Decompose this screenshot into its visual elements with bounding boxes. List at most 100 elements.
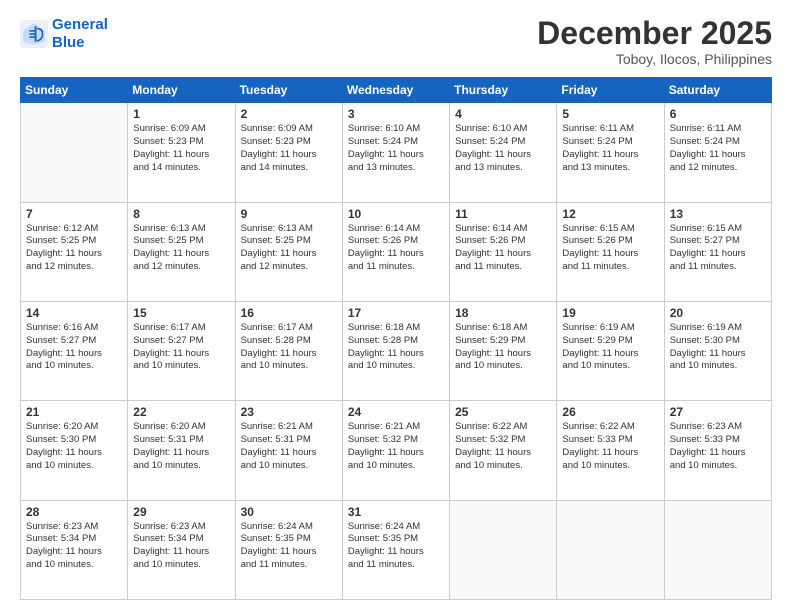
calendar-cell: 11 Sunrise: 6:14 AM Sunset: 5:26 PM Dayli… xyxy=(450,202,557,301)
day-number: 12 xyxy=(562,207,658,221)
calendar-cell: 31 Sunrise: 6:24 AM Sunset: 5:35 PM Dayli… xyxy=(342,500,449,599)
calendar-cell xyxy=(557,500,664,599)
week-row-4: 21 Sunrise: 6:20 AM Sunset: 5:30 PM Dayli… xyxy=(21,401,772,500)
calendar-cell: 15Sunrise: 6:17 AM Sunset: 5:27 PM Dayli… xyxy=(128,301,235,400)
day-number: 14 xyxy=(26,306,122,320)
logo-text: General Blue xyxy=(52,16,108,52)
day-number: 4 xyxy=(455,107,551,121)
week-row-1: 1 Sunrise: 6:09 AM Sunset: 5:23 PM Daylig… xyxy=(21,103,772,202)
calendar-cell: 28 Sunrise: 6:23 AM Sunset: 5:34 PM Dayli… xyxy=(21,500,128,599)
day-number: 19 xyxy=(562,306,658,320)
title-block: December 2025 Toboy, Ilocos, Philippines xyxy=(537,16,772,67)
col-header-thursday: Thursday xyxy=(450,78,557,103)
calendar-header-row: SundayMondayTuesdayWednesdayThursdayFrid… xyxy=(21,78,772,103)
calendar-cell: 9 Sunrise: 6:13 AM Sunset: 5:25 PM Daylig… xyxy=(235,202,342,301)
day-number: 3 xyxy=(348,107,444,121)
calendar-cell: 25 Sunrise: 6:22 AM Sunset: 5:32 PM Dayli… xyxy=(450,401,557,500)
month-title: December 2025 xyxy=(537,16,772,51)
day-info: Sunrise: 6:09 AM Sunset: 5:23 PM Dayligh… xyxy=(133,123,229,174)
day-number: 8 xyxy=(133,207,229,221)
calendar-cell: 10 Sunrise: 6:14 AM Sunset: 5:26 PM Dayli… xyxy=(342,202,449,301)
day-number: 11 xyxy=(455,207,551,221)
day-number: 7 xyxy=(26,207,122,221)
day-number: 6 xyxy=(670,107,766,121)
calendar-cell: 30 Sunrise: 6:24 AM Sunset: 5:35 PM Dayli… xyxy=(235,500,342,599)
calendar-table: SundayMondayTuesdayWednesdayThursdayFrid… xyxy=(20,77,772,600)
day-number: 30 xyxy=(241,505,337,519)
day-number: 21 xyxy=(26,405,122,419)
day-info: Sunrise: 6:11 AM Sunset: 5:24 PM Dayligh… xyxy=(562,123,658,174)
col-header-sunday: Sunday xyxy=(21,78,128,103)
day-number: 10 xyxy=(348,207,444,221)
calendar-cell xyxy=(450,500,557,599)
day-info: Sunrise: 6:19 AM Sunset: 5:29 PM Dayligh… xyxy=(562,322,658,373)
logo-icon xyxy=(20,20,48,48)
day-info: Sunrise: 6:21 AM Sunset: 5:32 PM Dayligh… xyxy=(348,421,444,472)
col-header-friday: Friday xyxy=(557,78,664,103)
day-number: 13 xyxy=(670,207,766,221)
day-info: Sunrise: 6:18 AM Sunset: 5:28 PM Dayligh… xyxy=(348,322,444,373)
day-info: Sunrise: 6:14 AM Sunset: 5:26 PM Dayligh… xyxy=(455,223,551,274)
day-info: Sunrise: 6:18 AM Sunset: 5:29 PM Dayligh… xyxy=(455,322,551,373)
calendar-cell: 7 Sunrise: 6:12 AM Sunset: 5:25 PM Daylig… xyxy=(21,202,128,301)
calendar-cell: 29Sunrise: 6:23 AM Sunset: 5:34 PM Dayli… xyxy=(128,500,235,599)
calendar-cell: 18Sunrise: 6:18 AM Sunset: 5:29 PM Dayli… xyxy=(450,301,557,400)
day-info: Sunrise: 6:13 AM Sunset: 5:25 PM Dayligh… xyxy=(241,223,337,274)
day-info: Sunrise: 6:23 AM Sunset: 5:33 PM Dayligh… xyxy=(670,421,766,472)
day-info: Sunrise: 6:15 AM Sunset: 5:27 PM Dayligh… xyxy=(670,223,766,274)
day-info: Sunrise: 6:16 AM Sunset: 5:27 PM Dayligh… xyxy=(26,322,122,373)
day-info: Sunrise: 6:20 AM Sunset: 5:30 PM Dayligh… xyxy=(26,421,122,472)
day-number: 26 xyxy=(562,405,658,419)
day-info: Sunrise: 6:10 AM Sunset: 5:24 PM Dayligh… xyxy=(348,123,444,174)
day-info: Sunrise: 6:17 AM Sunset: 5:27 PM Dayligh… xyxy=(133,322,229,373)
col-header-wednesday: Wednesday xyxy=(342,78,449,103)
location: Toboy, Ilocos, Philippines xyxy=(537,51,772,67)
calendar-cell: 8 Sunrise: 6:13 AM Sunset: 5:25 PM Daylig… xyxy=(128,202,235,301)
week-row-2: 7 Sunrise: 6:12 AM Sunset: 5:25 PM Daylig… xyxy=(21,202,772,301)
calendar-cell: 2 Sunrise: 6:09 AM Sunset: 5:23 PM Daylig… xyxy=(235,103,342,202)
header: General Blue December 2025 Toboy, Ilocos… xyxy=(20,16,772,67)
day-info: Sunrise: 6:12 AM Sunset: 5:25 PM Dayligh… xyxy=(26,223,122,274)
day-info: Sunrise: 6:13 AM Sunset: 5:25 PM Dayligh… xyxy=(133,223,229,274)
day-info: Sunrise: 6:19 AM Sunset: 5:30 PM Dayligh… xyxy=(670,322,766,373)
day-info: Sunrise: 6:23 AM Sunset: 5:34 PM Dayligh… xyxy=(133,521,229,572)
day-number: 25 xyxy=(455,405,551,419)
day-number: 24 xyxy=(348,405,444,419)
calendar-cell: 4Sunrise: 6:10 AM Sunset: 5:24 PM Daylig… xyxy=(450,103,557,202)
col-header-saturday: Saturday xyxy=(664,78,771,103)
day-number: 5 xyxy=(562,107,658,121)
calendar-cell: 26 Sunrise: 6:22 AM Sunset: 5:33 PM Dayli… xyxy=(557,401,664,500)
calendar-cell: 27 Sunrise: 6:23 AM Sunset: 5:33 PM Dayli… xyxy=(664,401,771,500)
day-info: Sunrise: 6:24 AM Sunset: 5:35 PM Dayligh… xyxy=(348,521,444,572)
calendar-cell: 19 Sunrise: 6:19 AM Sunset: 5:29 PM Dayli… xyxy=(557,301,664,400)
day-info: Sunrise: 6:17 AM Sunset: 5:28 PM Dayligh… xyxy=(241,322,337,373)
day-info: Sunrise: 6:23 AM Sunset: 5:34 PM Dayligh… xyxy=(26,521,122,572)
day-number: 27 xyxy=(670,405,766,419)
day-number: 28 xyxy=(26,505,122,519)
calendar-cell: 1 Sunrise: 6:09 AM Sunset: 5:23 PM Daylig… xyxy=(128,103,235,202)
day-info: Sunrise: 6:14 AM Sunset: 5:26 PM Dayligh… xyxy=(348,223,444,274)
week-row-3: 14 Sunrise: 6:16 AM Sunset: 5:27 PM Dayli… xyxy=(21,301,772,400)
day-number: 9 xyxy=(241,207,337,221)
day-number: 31 xyxy=(348,505,444,519)
day-number: 20 xyxy=(670,306,766,320)
logo: General Blue xyxy=(20,16,108,52)
day-info: Sunrise: 6:24 AM Sunset: 5:35 PM Dayligh… xyxy=(241,521,337,572)
day-number: 22 xyxy=(133,405,229,419)
col-header-monday: Monday xyxy=(128,78,235,103)
day-number: 1 xyxy=(133,107,229,121)
day-info: Sunrise: 6:09 AM Sunset: 5:23 PM Dayligh… xyxy=(241,123,337,174)
day-number: 16 xyxy=(241,306,337,320)
calendar-cell: 3 Sunrise: 6:10 AM Sunset: 5:24 PM Daylig… xyxy=(342,103,449,202)
calendar-cell xyxy=(664,500,771,599)
calendar-cell: 16 Sunrise: 6:17 AM Sunset: 5:28 PM Dayli… xyxy=(235,301,342,400)
day-info: Sunrise: 6:11 AM Sunset: 5:24 PM Dayligh… xyxy=(670,123,766,174)
calendar-cell xyxy=(21,103,128,202)
day-number: 23 xyxy=(241,405,337,419)
day-number: 2 xyxy=(241,107,337,121)
calendar-cell: 6 Sunrise: 6:11 AM Sunset: 5:24 PM Daylig… xyxy=(664,103,771,202)
calendar-cell: 24 Sunrise: 6:21 AM Sunset: 5:32 PM Dayli… xyxy=(342,401,449,500)
day-info: Sunrise: 6:22 AM Sunset: 5:32 PM Dayligh… xyxy=(455,421,551,472)
day-info: Sunrise: 6:22 AM Sunset: 5:33 PM Dayligh… xyxy=(562,421,658,472)
day-info: Sunrise: 6:21 AM Sunset: 5:31 PM Dayligh… xyxy=(241,421,337,472)
